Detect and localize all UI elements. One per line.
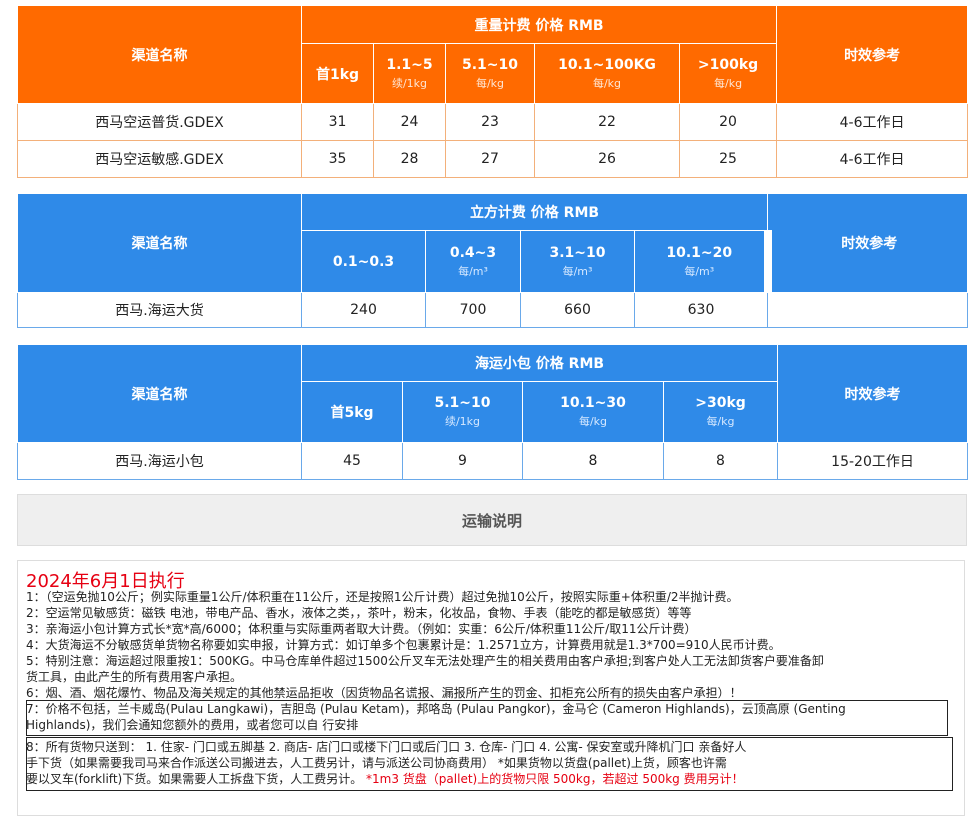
air-rate-table: 渠道名称 重量计费 价格 RMB 时效参考 首1kg 1.1~5 续/1kg 5.…	[17, 5, 969, 178]
shipping-notes-panel: 2024年6月1日执行 1：（空运免抛10公斤；例实际重量1公斤/体积重在11公…	[17, 560, 965, 816]
time-cell: 4-6工作日	[776, 140, 969, 178]
col-channel-header: 渠道名称	[17, 344, 302, 443]
price-cell: 660	[520, 292, 635, 328]
col-channel-header: 渠道名称	[17, 193, 302, 293]
price-cell: 9	[402, 442, 523, 480]
group-title: 重量计费 价格 RMB	[300, 5, 778, 44]
col-header: 0.4~3 每/m³	[425, 230, 521, 293]
time-cell: 4-6工作日	[776, 103, 969, 141]
col-channel-header: 渠道名称	[17, 5, 302, 104]
table-row: 西马.海运小包 45 9 8 8 15-20工作日	[17, 442, 969, 480]
note-line-7a: 7：价格不包括，兰卡威岛(Pulau Langkawi)，吉胆岛 (Pulau …	[26, 702, 846, 716]
price-cell: 26	[534, 140, 680, 178]
shipping-notes-button[interactable]: 运输说明	[17, 494, 967, 546]
price-cell: 24	[373, 103, 446, 141]
col-header: 5.1~10 每/kg	[445, 43, 535, 104]
col-header: 10.1~100KG 每/kg	[534, 43, 680, 104]
price-cell: 20	[678, 103, 778, 141]
price-cell: 35	[301, 140, 374, 178]
time-cell	[767, 292, 969, 328]
time-cell: 15-20工作日	[777, 442, 969, 480]
col-header: 0.1~0.3	[301, 230, 426, 293]
sea-small-rate-table: 渠道名称 海运小包 价格 RMB 时效参考 首5kg 5.1~10 续/1kg 1…	[17, 344, 969, 480]
channel-name: 西马.海运大货	[17, 292, 302, 328]
note-line-8a: 8：所有货物只送到： 1. 住家- 门口或五脚基 2. 商店- 店门口或楼下门口…	[26, 740, 747, 754]
price-cell: 28	[373, 140, 446, 178]
price-cell: 8	[662, 442, 779, 480]
note-line-5a: 5：特别注意：海运超过限重按1：500KG。中马仓库单件超过1500公斤叉车无法…	[26, 654, 824, 668]
pallet-limit-note: *1m3 货盘（pallet)上的货物只限 500kg，若超过 500kg 费用…	[366, 772, 744, 786]
col-header: 1.1~5 续/1kg	[373, 43, 446, 104]
note-line-5b: 货工具，由此产生的所有费用客户承担。	[26, 670, 243, 684]
price-cell: 31	[301, 103, 374, 141]
note-line-6: 6：烟、酒、烟花爆竹、物品及海关规定的其他禁运品拒收（因货物品名谎报、漏报所产生…	[26, 686, 742, 700]
price-cell: 45	[301, 442, 403, 480]
group-title: 立方计费 价格 RMB	[300, 193, 769, 231]
col-header: >100kg 每/kg	[678, 43, 778, 104]
col-header: 3.1~10 每/m³	[520, 230, 635, 293]
price-cell: 240	[301, 292, 426, 328]
col-time-header: 时效参考	[777, 344, 969, 443]
note-line-8b: 手下货（如果需要我司马来合作派送公司搬进去，人工费另计，请与派送公司协商费用） …	[26, 756, 727, 770]
col-header: 10.1~20 每/m³	[633, 230, 772, 293]
table-row: 西马空运普货.GDEX 31 24 23 22 20 4-6工作日	[17, 103, 969, 141]
channel-name: 西马空运敏感.GDEX	[17, 140, 302, 178]
col-header: 10.1~30 每/kg	[522, 381, 664, 443]
note-line-2: 2：空运常见敏感货：磁铁 电池，带电产品、香水，液体之类，，茶叶，粉末，化妆品，…	[26, 606, 692, 620]
price-cell: 27	[445, 140, 535, 178]
group-title: 海运小包 价格 RMB	[300, 344, 779, 382]
col-header: 首5kg	[301, 381, 403, 443]
price-cell: 25	[678, 140, 778, 178]
table-row: 西马空运敏感.GDEX 35 28 27 26 25 4-6工作日	[17, 140, 969, 178]
note-line-8c: 要以叉车(forklift)下货。如果需要人工拆盘下货，人工费另计。 *1m3 …	[26, 772, 744, 786]
channel-name: 西马.海运小包	[17, 442, 302, 480]
channel-name: 西马空运普货.GDEX	[17, 103, 302, 141]
price-cell: 700	[425, 292, 521, 328]
col-time-header: 时效参考	[776, 5, 969, 104]
table-row: 西马.海运大货 240 700 660 630	[17, 292, 969, 328]
col-time-header: 时效参考	[767, 193, 969, 293]
price-cell: 22	[534, 103, 680, 141]
sea-cube-rate-table: 渠道名称 立方计费 价格 RMB 时效参考 0.1~0.3 0.4~3 每/m³ …	[17, 193, 969, 328]
price-cell: 8	[522, 442, 664, 480]
note-line-4: 4：大货海运不分敏感货单货物名称要如实申报，计算方式：如订单多个包裹累计是：1.…	[26, 638, 781, 652]
price-cell: 23	[445, 103, 535, 141]
col-header: 首1kg	[301, 43, 374, 104]
note-line-3: 3：亲海运小包计算方式长*宽*高/6000；体积重与实际重两者取大计费。（例如：…	[26, 622, 697, 636]
note-line-7b: Highlands)，我们会通知您额外的费用，或者您可以自 行安排	[26, 718, 359, 732]
col-header: >30kg 每/kg	[662, 381, 779, 443]
note-line-1: 1：（空运免抛10公斤；例实际重量1公斤/体积重在11公斤，还是按照1公斤计费）…	[26, 590, 739, 604]
col-header: 5.1~10 续/1kg	[402, 381, 523, 443]
price-cell: 630	[633, 292, 769, 328]
